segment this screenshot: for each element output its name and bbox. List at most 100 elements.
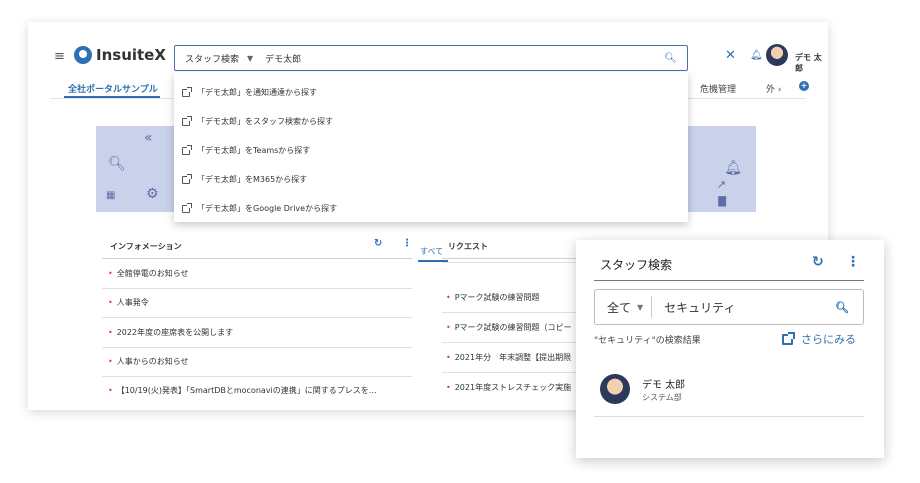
chart-decor-icon: ↗	[716, 178, 726, 191]
external-link-icon	[182, 115, 192, 126]
header-search[interactable]: スタッフ検索 ▼ デモ太郎 🔍︎	[174, 45, 688, 71]
search-suggestions: 「デモ太郎」を通知通達から探す 「デモ太郎」をスタッフ検索から探す 「デモ太郎」…	[174, 72, 688, 222]
search-result-label: "セキュリティ"の検索結果	[594, 336, 701, 346]
list-item[interactable]: • 人事発令	[108, 297, 408, 308]
result-divider	[594, 416, 864, 417]
bullet-icon: •	[108, 386, 113, 395]
logo-icon	[74, 46, 92, 64]
gear-icon: ⚙	[146, 186, 159, 202]
kebab-menu-icon[interactable]: ⋮	[846, 254, 860, 270]
refresh-icon[interactable]: ↻	[812, 254, 824, 270]
bullet-icon: •	[446, 353, 451, 362]
row-divider	[102, 317, 412, 318]
list-item[interactable]: • 2021年度ストレスチェック実施	[446, 382, 576, 393]
external-link-icon	[182, 173, 192, 184]
external-link-icon	[182, 86, 192, 97]
avatar[interactable]	[600, 374, 630, 404]
suggestion-item[interactable]: 「デモ太郎」を通知通達から探す	[182, 86, 317, 98]
bullet-icon: •	[108, 328, 113, 337]
list-item[interactable]: • 人事からのお知らせ	[108, 356, 408, 367]
bullet-icon: •	[108, 298, 113, 307]
suggestion-item[interactable]: 「デモ太郎」をM365から探す	[182, 173, 308, 185]
close-icon[interactable]: ✕	[725, 49, 736, 62]
suggestion-label: 「デモ太郎」をスタッフ検索から探す	[197, 117, 333, 126]
list-item-label: 人事からのお知らせ	[116, 357, 189, 366]
chevrons-icon: «	[144, 130, 153, 146]
list-item[interactable]: • 2021年分 年末調整【提出期限	[446, 352, 576, 363]
tab-crisis-management[interactable]: 危機管理	[700, 82, 736, 95]
see-more-label: さらにみる	[801, 333, 856, 346]
see-more-link[interactable]: さらにみる	[782, 331, 856, 347]
caret-down-icon[interactable]: ▼	[247, 54, 253, 63]
search-input[interactable]: デモ太郎	[265, 52, 664, 65]
logo[interactable]: InsuiteX	[74, 46, 166, 64]
user-name[interactable]: デモ 太郎	[795, 52, 828, 74]
calendar-icon: ▦	[106, 190, 116, 201]
bullet-icon: •	[446, 383, 451, 392]
information-title: インフォメーション	[110, 242, 182, 251]
tab-all[interactable]: すべて	[420, 246, 443, 257]
list-item-label: 【10/19(火)発表】「SmartDBとmoconaviの連携」に関するプレス…	[116, 386, 377, 395]
card-divider	[594, 280, 864, 281]
list-item[interactable]: • 全館停電のお知らせ	[108, 268, 408, 279]
logo-text: InsuiteX	[96, 46, 166, 64]
caret-down-icon[interactable]: ▼	[637, 303, 643, 312]
search-scope[interactable]: スタッフ検索	[185, 52, 239, 65]
tab-more[interactable]: 外 ›	[766, 82, 781, 95]
suggestion-item[interactable]: 「デモ太郎」をTeamsから探す	[182, 144, 311, 156]
staff-search-card: スタッフ検索 ↻ ⋮ 全て ▼ セキュリティ 🔍︎ "セキュリティ"の検索結果 …	[576, 240, 884, 458]
external-link-icon	[182, 202, 192, 213]
staff-name[interactable]: デモ 太郎	[642, 376, 685, 391]
search-icon[interactable]: 🔍︎	[835, 301, 849, 314]
list-item[interactable]: • 【10/19(火)発表】「SmartDBとmoconaviの連携」に関するプレ…	[108, 385, 408, 396]
suggestion-item[interactable]: 「デモ太郎」をスタッフ検索から探す	[182, 115, 333, 127]
list-item[interactable]: • Pマーク試験の練習問題	[446, 292, 576, 303]
list-item[interactable]: • Pマーク試験の練習問題（コピー	[446, 322, 576, 333]
row-divider	[442, 312, 582, 313]
suggestion-label: 「デモ太郎」を通知通達から探す	[197, 88, 317, 97]
tab-portal-sample[interactable]: 全社ポータルサンプル	[68, 82, 158, 95]
staff-search-input[interactable]: セキュリティ	[664, 299, 835, 316]
menu-icon[interactable]: ≡	[54, 50, 65, 63]
suggestion-label: 「デモ太郎」をTeamsから探す	[197, 146, 311, 155]
bell-icon[interactable]: 🔔︎	[750, 50, 763, 61]
suggestion-label: 「デモ太郎」をM365から探す	[197, 175, 308, 184]
suggestion-label: 「デモ太郎」をGoogle Driveから探す	[197, 204, 338, 213]
row-divider	[442, 262, 582, 263]
kebab-menu-icon[interactable]: ⋮	[402, 238, 412, 249]
staff-department: システム部	[642, 393, 682, 402]
row-divider	[102, 376, 412, 377]
staff-search-box[interactable]: 全て ▼ セキュリティ 🔍︎	[594, 289, 864, 325]
bullet-icon: •	[108, 357, 113, 366]
bullet-icon: •	[446, 323, 451, 332]
magnifier-icon: 🔍︎	[108, 156, 126, 172]
list-item[interactable]: • 2022年度の座席表を公開します	[108, 327, 408, 338]
search-icon[interactable]: 🔍︎	[664, 53, 677, 64]
list-item-label: 全館停電のお知らせ	[116, 269, 189, 278]
row-divider	[102, 347, 412, 348]
add-tab-icon[interactable]: +	[799, 81, 809, 91]
row-divider	[442, 342, 582, 343]
list-item-label: 2021年度ストレスチェック実施	[454, 383, 572, 392]
bag-decor-icon: ▇	[718, 196, 726, 207]
panel-divider	[442, 258, 582, 259]
external-link-icon	[782, 331, 795, 345]
bell-decor-icon: 🔔︎	[724, 160, 742, 176]
scope-select[interactable]: 全て	[607, 299, 631, 316]
list-item-label: 2021年分 年末調整【提出期限	[454, 353, 572, 362]
list-item-label: Pマーク試験の練習問題（コピー	[454, 323, 572, 332]
bullet-icon: •	[446, 293, 451, 302]
list-item-label: 人事発令	[116, 298, 149, 307]
row-divider	[102, 288, 412, 289]
bullet-icon: •	[108, 269, 113, 278]
list-item-label: 2022年度の座席表を公開します	[116, 328, 234, 337]
card-title: スタッフ検索	[600, 258, 673, 272]
row-divider	[442, 372, 582, 373]
request-title: リクエスト	[448, 242, 488, 251]
suggestion-item[interactable]: 「デモ太郎」をGoogle Driveから探す	[182, 202, 338, 214]
list-item-label: Pマーク試験の練習問題	[454, 293, 540, 302]
search-separator	[651, 296, 653, 318]
external-link-icon	[182, 144, 192, 155]
refresh-icon[interactable]: ↻	[374, 238, 382, 249]
avatar[interactable]	[766, 44, 788, 66]
